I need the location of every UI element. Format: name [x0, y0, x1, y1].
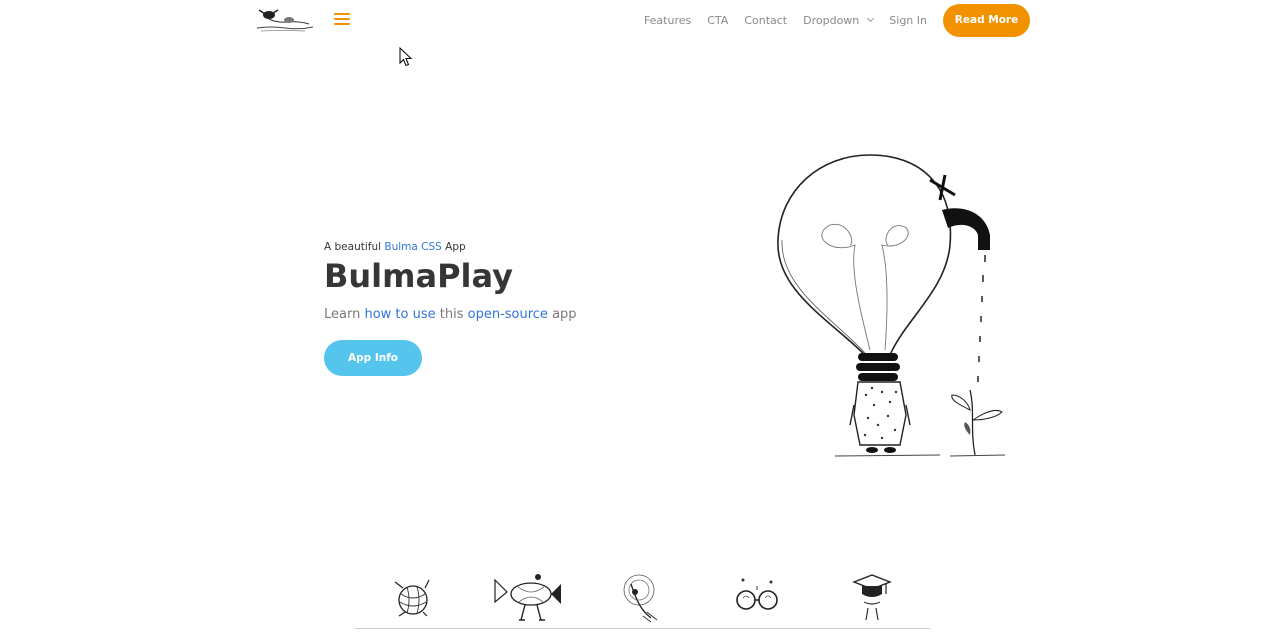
hero-section: A beautiful Bulma CSS App BulmaPlay Lear… [324, 240, 684, 376]
how-to-use-link[interactable]: how to use [364, 307, 435, 322]
nav-dropdown[interactable]: Dropdown [803, 13, 875, 27]
walking-fish-icon [494, 574, 561, 621]
hero-subtitle: A beautiful Bulma CSS App [324, 240, 684, 254]
app-info-button[interactable]: App Info [324, 340, 422, 376]
ball-of-yarn-icon [394, 579, 430, 617]
graduation-cap-icon [852, 574, 892, 621]
hero-description: Learn how to use this open-source app [324, 306, 684, 324]
nav-link-cta[interactable]: CTA [707, 14, 728, 27]
doodle-logo-icon[interactable] [255, 6, 315, 34]
hero-subtitle-prefix: A beautiful [324, 241, 385, 253]
open-source-link[interactable]: open-source [468, 307, 548, 322]
nav-link-contact[interactable]: Contact [744, 14, 787, 27]
bulma-css-link[interactable]: Bulma CSS [384, 241, 441, 253]
nav-links: Features CTA Contact Dropdown Sign In Re… [628, 0, 1030, 40]
mouse-cursor-icon [399, 47, 413, 67]
nav-link-features[interactable]: Features [644, 14, 691, 27]
chevron-down-icon [867, 14, 875, 23]
feature-icons-row [355, 572, 930, 628]
swirl-character-icon [623, 574, 658, 623]
hero-subtitle-suffix: App [441, 241, 466, 253]
lightbulb-faucet-plant-illustration [777, 154, 1006, 457]
nav-dropdown-label: Dropdown [803, 13, 860, 27]
read-more-button[interactable]: Read More [943, 3, 1030, 37]
top-navbar: Features CTA Contact Dropdown Sign In Re… [0, 0, 1280, 40]
glasses-icon [736, 578, 778, 610]
section-divider [355, 628, 930, 629]
desc-part-1: Learn [324, 307, 365, 322]
desc-part-3: app [547, 307, 577, 322]
nav-link-sign-in[interactable]: Sign In [889, 14, 927, 27]
hamburger-menu-icon[interactable] [334, 13, 350, 27]
desc-part-2: this [435, 307, 468, 322]
hero-title: BulmaPlay [324, 257, 513, 295]
